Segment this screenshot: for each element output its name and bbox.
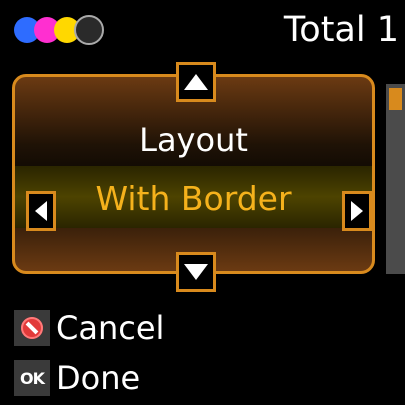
ok-key-label: OK: [20, 368, 45, 388]
scroll-up-button[interactable]: [176, 62, 216, 102]
setting-panel: Layout With Border: [12, 74, 375, 274]
cancel-action[interactable]: Cancel: [14, 308, 164, 348]
scrollbar-thumb[interactable]: [389, 88, 402, 110]
next-value-button[interactable]: [342, 191, 372, 231]
stop-key: [14, 310, 50, 346]
cancel-label: Cancel: [56, 309, 165, 347]
ink-black-icon: [74, 15, 104, 45]
stop-icon: [21, 317, 43, 339]
arrow-up-icon: [184, 74, 208, 90]
setting-title: Layout: [139, 121, 248, 159]
done-action[interactable]: OK Done: [14, 358, 140, 398]
arrow-left-icon: [35, 201, 47, 221]
arrow-down-icon: [184, 264, 208, 280]
arrow-right-icon: [351, 201, 363, 221]
previous-value-button[interactable]: [26, 191, 56, 231]
setting-value[interactable]: With Border: [59, 179, 328, 218]
done-label: Done: [56, 359, 141, 397]
copies-total: Total 1: [283, 10, 399, 50]
scrollbar[interactable]: [386, 84, 405, 274]
scroll-down-button[interactable]: [176, 252, 216, 292]
ok-key: OK: [14, 360, 50, 396]
